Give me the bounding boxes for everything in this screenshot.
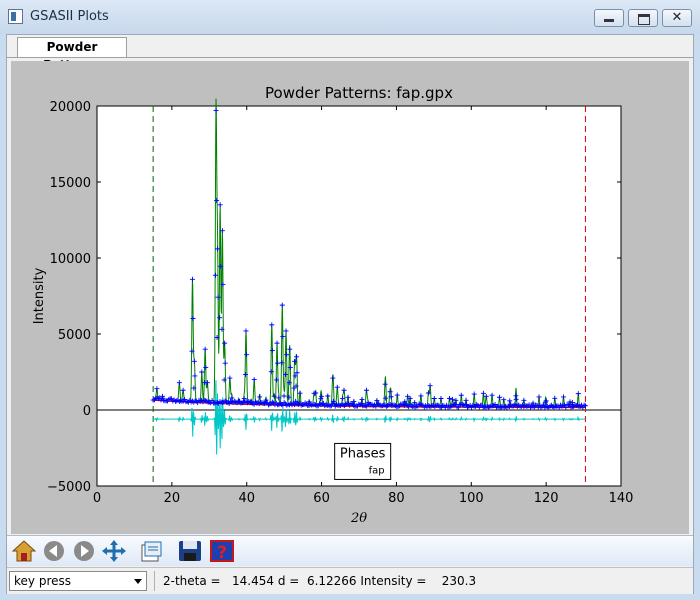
y-tick-label: 20000	[50, 100, 91, 115]
tab-powder-patterns[interactable]: Powder Patterns	[17, 37, 127, 72]
zoom-icon[interactable]	[139, 539, 165, 563]
y-tick-label: 15000	[50, 176, 91, 191]
y-tick-label: 0	[83, 404, 91, 419]
x-axis-label: 2θ	[350, 511, 367, 526]
legend-entry-fap: fap	[369, 465, 385, 476]
x-tick-label: 80	[388, 491, 405, 506]
x-tick-label: 0	[93, 491, 101, 506]
powder-pattern-chart[interactable]: Powder Patterns: fap.gpx 0 20 40 60 80 100 120 1…	[11, 61, 689, 534]
x-tick-label: 120	[534, 491, 559, 506]
minimize-button[interactable]	[594, 9, 624, 27]
y-tick-label: 5000	[58, 328, 91, 343]
x-tick-label: 40	[238, 491, 255, 506]
chevron-down-icon	[134, 579, 142, 584]
key-press-select[interactable]: key press	[9, 571, 147, 591]
x-tick-label: 100	[459, 491, 484, 506]
y-tick-label: −5000	[47, 480, 91, 495]
legend-title: Phases	[340, 446, 386, 461]
pan-icon[interactable]	[101, 539, 127, 563]
y-tick-label: 10000	[50, 252, 91, 267]
plot-area[interactable]: Powder Patterns: fap.gpx 0 20 40 60 80 100 120 1…	[11, 61, 689, 534]
close-button[interactable]: ✕	[662, 9, 692, 27]
close-icon: ✕	[671, 10, 683, 25]
plot-toolbar: ?	[7, 535, 693, 566]
tab-strip: Powder Patterns	[7, 35, 693, 72]
plot-frame	[96, 105, 622, 487]
maximize-button[interactable]	[628, 9, 658, 27]
cursor-readout: 2-theta = 14.454 d = 6.12266 Intensity =…	[163, 574, 477, 588]
svg-text:?: ?	[217, 543, 227, 563]
home-icon[interactable]	[11, 539, 37, 563]
save-icon[interactable]	[177, 539, 203, 563]
forward-icon[interactable]	[71, 539, 97, 563]
window-title: GSASII Plots	[30, 9, 109, 24]
key-press-select-value: key press	[14, 574, 71, 588]
y-axis-label: Intensity	[32, 267, 47, 324]
app-icon	[8, 9, 23, 24]
chart-title: Powder Patterns: fap.gpx	[265, 84, 453, 102]
help-icon[interactable]: ?	[209, 539, 235, 563]
gsas-plot-window: GSASII Plots ✕ Powder Patterns Powder Pa…	[0, 0, 700, 600]
x-tick-label: 60	[313, 491, 330, 506]
back-icon[interactable]	[41, 539, 67, 563]
x-tick-label: 140	[609, 491, 634, 506]
status-bar: key press 2-theta = 14.454 d = 6.12266 I…	[7, 567, 693, 594]
status-separator	[154, 571, 155, 591]
title-bar[interactable]: GSASII Plots ✕	[0, 0, 700, 34]
client-area: Powder Patterns Powder Patterns: fap.gpx…	[6, 34, 694, 594]
x-tick-label: 20	[164, 491, 181, 506]
